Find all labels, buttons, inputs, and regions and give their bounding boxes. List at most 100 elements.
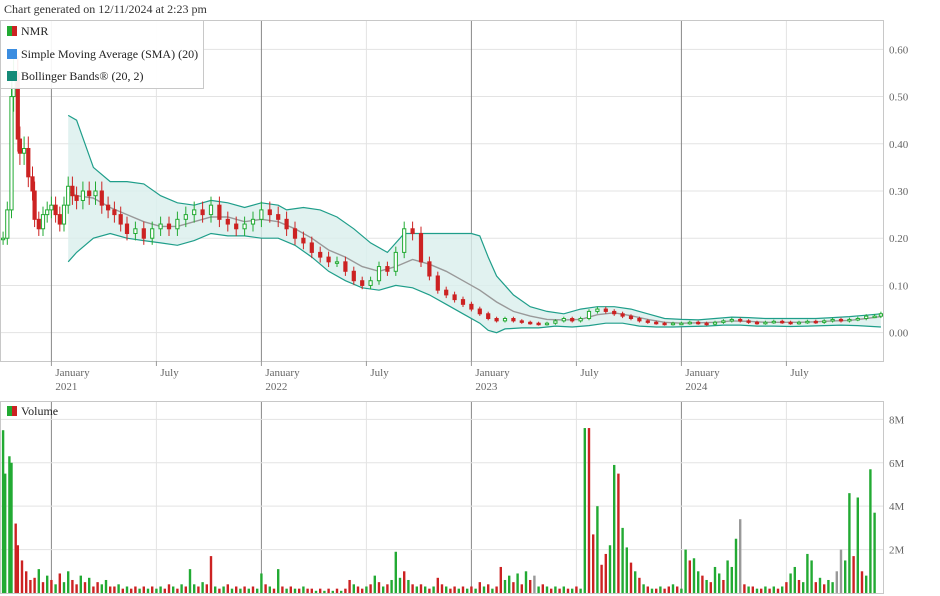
volume-bar: [411, 584, 414, 593]
volume-bar: [760, 588, 763, 593]
candle-body: [595, 308, 600, 312]
volume-bar: [62, 582, 66, 593]
volume-bar: [75, 584, 78, 593]
volume-bar: [478, 582, 481, 593]
volume-y-tick-label: 4M: [889, 501, 905, 513]
volume-bar: [415, 586, 418, 593]
volume-bar: [848, 493, 851, 593]
candle-body: [637, 318, 642, 322]
candle-body: [309, 242, 314, 253]
down-swatch-icon: [12, 406, 17, 416]
candle-body: [150, 228, 155, 239]
volume-bar: [29, 579, 32, 593]
volume-bar: [466, 588, 469, 593]
candle-body: [259, 209, 264, 220]
volume-bar: [461, 586, 465, 593]
volume-bar: [541, 584, 544, 593]
volume-bar: [810, 560, 813, 593]
candle-body: [118, 214, 123, 225]
candle-body: [830, 318, 835, 322]
price-panel: 0.60 0.50 0.40 0.30 0.20 0.10 0.00 January 2021…: [0, 20, 909, 393]
volume-bar: [302, 586, 305, 593]
volume-bar: [453, 586, 456, 593]
volume-bar: [671, 584, 675, 593]
volume-bar: [680, 588, 683, 593]
volume-bar: [638, 577, 641, 593]
volume-bar: [558, 588, 561, 593]
candle-body: [124, 223, 130, 235]
volume-bar: [512, 582, 515, 593]
volume-bar: [340, 590, 343, 593]
up-swatch-icon: [7, 406, 12, 416]
volume-bar: [835, 571, 838, 593]
volume-bar: [839, 549, 843, 593]
volume-bar: [71, 579, 74, 593]
volume-bar: [579, 588, 582, 593]
candle-body: [0, 237, 6, 241]
volume-bar: [844, 560, 847, 593]
candle-body: [5, 209, 10, 239]
candle-body: [435, 275, 440, 291]
volume-bar: [8, 456, 11, 593]
volume-bar: [587, 428, 591, 593]
volume-bar: [104, 579, 108, 593]
candle-body: [93, 190, 98, 197]
volume-bar: [83, 582, 87, 593]
candle-body: [225, 218, 230, 225]
candle-body: [402, 228, 407, 253]
volume-bar: [474, 588, 477, 593]
volume-bar: [285, 588, 288, 593]
candle-body: [511, 318, 516, 322]
volume-bar: [264, 584, 267, 593]
volume-bar: [730, 566, 733, 593]
volume-bar: [218, 588, 221, 593]
volume-bar: [403, 571, 406, 593]
candle-body: [22, 148, 27, 154]
volume-bar: [37, 569, 40, 593]
volume-bar: [503, 579, 507, 593]
volume-bar: [550, 588, 553, 593]
candle-body: [427, 261, 432, 277]
candle-body: [570, 318, 575, 322]
candle-body: [158, 223, 163, 230]
candle-body: [712, 321, 718, 325]
volume-bar: [293, 588, 297, 593]
candle-body: [645, 320, 650, 323]
volume-bar: [138, 588, 141, 593]
volume-bar: [470, 586, 473, 593]
volume-bar: [516, 573, 519, 593]
volume-bar: [545, 586, 549, 593]
volume-bar: [281, 586, 284, 593]
volume-bar: [697, 571, 700, 593]
candle-body: [343, 261, 348, 272]
volume-bar: [625, 547, 628, 593]
volume-bar: [793, 566, 796, 593]
volume-bar: [394, 551, 397, 593]
candle-body: [376, 266, 382, 282]
stock-chart: Chart generated on 12/11/2024 at 2:23 pm…: [0, 2, 909, 594]
volume-bar: [797, 579, 801, 593]
candle-body: [855, 318, 860, 321]
candle-body: [87, 190, 92, 197]
volume-bar: [4, 473, 7, 593]
volume-bar: [831, 582, 834, 593]
volume-bar: [197, 586, 200, 593]
volume-bar: [495, 586, 498, 593]
candle-body: [32, 190, 37, 220]
candle-body: [586, 310, 592, 319]
candle-body: [141, 228, 146, 239]
volume-bar: [781, 586, 784, 593]
volume-bar: [713, 566, 717, 593]
volume-bar: [226, 584, 229, 593]
volume-bar: [314, 590, 318, 593]
volume-bar: [508, 575, 511, 593]
candle-body: [536, 322, 541, 326]
volume-bar: [856, 497, 859, 593]
volume-bar: [705, 579, 708, 593]
volume-bar: [222, 586, 225, 593]
volume-bar: [10, 462, 13, 593]
price-y-tick-label: 0.40: [889, 139, 909, 151]
candle-body: [494, 318, 499, 322]
volume-bar: [482, 586, 486, 593]
volume-bar: [14, 523, 17, 593]
